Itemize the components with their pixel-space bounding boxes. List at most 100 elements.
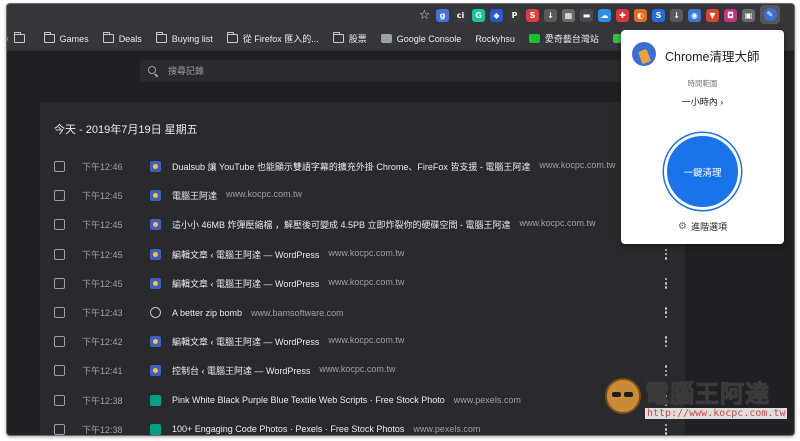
row-checkbox[interactable] [54, 307, 65, 319]
more-actions-icon[interactable] [664, 307, 668, 319]
history-row[interactable]: 下午12:38 Pink White Black Purple Blue Text… [40, 386, 685, 415]
bookmark-item[interactable]: 從 Firefox 匯入的... [226, 32, 319, 45]
pexels-favicon-icon [150, 423, 161, 435]
kocpc-favicon-icon [150, 277, 161, 289]
history-row[interactable]: 下午12:43 A better zip bomb www.bamsoftware.… [40, 298, 685, 327]
page-domain: www.kocpc.com.tw [328, 276, 405, 287]
gear-icon: ⚙ [678, 221, 687, 232]
chrome-cleaner-extension-icon[interactable]: ✎ [760, 5, 780, 24]
history-entry-link[interactable]: 100+ Engaging Code Photos · Pexels · Fre… [172, 424, 480, 434]
extension-icon-13[interactable]: S [652, 9, 665, 22]
history-row[interactable]: 下午12:45 編輯文章 ‹ 電腦王阿達 — WordPress www.kocpc… [40, 240, 685, 269]
history-entry-link[interactable]: 編輯文章 ‹ 電腦王阿達 — WordPress www.kocpc.com.tw [172, 277, 404, 290]
bookmark-star-icon[interactable]: ☆ [418, 8, 431, 23]
folder-icon [155, 32, 167, 43]
history-row[interactable]: 下午12:46 Dualsub 讓 YouTube 也能顯示雙語字幕的擴充外掛 C… [40, 152, 685, 181]
bookmark-item[interactable]: 愛奇藝台灣站 [528, 32, 599, 45]
extension-icon-18[interactable]: ▣ [742, 9, 755, 22]
more-actions-icon[interactable] [664, 248, 668, 260]
bookmark-label: Buying list [171, 33, 213, 44]
row-checkbox[interactable] [54, 394, 65, 406]
browser-toolbar: ☆ g ci G ◆ P S ↓ ▦ ▬ ☁ ✚ ◐ S ↓ ◉ ▼ ◘ ▣ ✎ [7, 4, 794, 27]
extension-icon-5[interactable]: P [508, 9, 521, 22]
history-entry-link[interactable]: A better zip bomb www.bamsoftware.com [172, 308, 344, 318]
folder-icon [43, 32, 55, 43]
search-icon [148, 66, 158, 76]
extension-icon-10[interactable]: ☁ [598, 9, 611, 22]
watermark-mascot-icon [605, 378, 641, 414]
extension-icon-7[interactable]: ↓ [544, 9, 557, 22]
page-title: 控制台 ‹ 電腦王阿達 — WordPress [172, 366, 311, 377]
broom-icon: ✎ [763, 8, 777, 21]
row-checkbox[interactable] [54, 277, 65, 289]
watermark: 電腦王阿達 http://www.kocpc.com.tw [605, 370, 794, 428]
row-checkbox[interactable] [54, 161, 65, 173]
history-entry-link[interactable]: Pink White Black Purple Blue Textile Web… [172, 395, 521, 405]
bookmark-label: Google Console [396, 33, 462, 44]
extension-icon-2[interactable]: ci [454, 9, 467, 22]
page-title: 編輯文章 ‹ 電腦王阿達 — WordPress [172, 249, 320, 260]
page-title: Dualsub 讓 YouTube 也能顯示雙語字幕的擴充外掛 Chrome、F… [172, 162, 531, 173]
extension-icon-9[interactable]: ▬ [580, 9, 593, 22]
extension-icon-8[interactable]: ▦ [562, 9, 575, 22]
row-checkbox[interactable] [54, 336, 65, 348]
history-row[interactable]: 下午12:45 編輯文章 ‹ 電腦王阿達 — WordPress www.kocpc… [40, 269, 685, 298]
search-bar[interactable] [140, 60, 660, 82]
page-title: Pink White Black Purple Blue Textile Web… [172, 395, 445, 406]
page-domain: www.kocpc.com.tw [328, 335, 405, 346]
chrome-cleaner-logo-icon [632, 42, 656, 66]
bookmark-item[interactable]: Buying list [155, 32, 213, 44]
bookmark-item[interactable]: Rockyhsu [475, 34, 515, 44]
bookmark-item[interactable]: Deals [102, 32, 142, 44]
bookmark-item[interactable]: ‹ [7, 32, 30, 43]
extension-icon-16[interactable]: ▼ [706, 9, 719, 22]
history-entry-link[interactable]: 控制台 ‹ 電腦王阿達 — WordPress www.kocpc.com.tw [172, 364, 395, 377]
more-actions-icon[interactable] [664, 277, 668, 289]
page-domain: www.kocpc.com.tw [539, 160, 616, 171]
row-checkbox[interactable] [54, 248, 65, 260]
bookmark-item[interactable]: 股票 [332, 32, 367, 45]
extension-icon-4[interactable]: ◆ [490, 9, 503, 22]
row-checkbox[interactable] [54, 423, 65, 435]
history-entry-link[interactable]: 電腦王阿達 www.kocpc.com.tw [172, 189, 302, 202]
time-range-label: 時間範圍 [687, 79, 718, 88]
extension-icon-6[interactable]: S [526, 9, 539, 22]
globe-favicon-icon [150, 307, 161, 319]
history-entry-link[interactable]: 這小小 46MB 炸彈壓縮檔 ，解壓後可變成 4.5PB 立即炸裂你的硬碟空間 … [172, 218, 596, 231]
visit-time: 下午12:42 [82, 337, 123, 348]
extension-icon-1[interactable]: g [436, 9, 449, 22]
search-input[interactable] [168, 66, 468, 76]
history-row[interactable]: 下午12:38 100+ Engaging Code Photos · Pexel… [40, 415, 685, 435]
time-range-select[interactable]: 一小時內 › [621, 95, 784, 108]
chevron-right-icon: › [720, 97, 724, 107]
more-actions-icon[interactable] [664, 336, 668, 348]
extension-icon-17[interactable]: ◘ [724, 9, 737, 22]
bookmark-label: Deals [118, 33, 142, 44]
chrome-cleaner-popup: Chrome清理大師 時間範圍 一小時內 › 一鍵清理 ⚙ 進階選項 [621, 30, 784, 244]
history-entry-link[interactable]: 編輯文章 ‹ 電腦王阿達 — WordPress www.kocpc.com.tw [172, 248, 404, 261]
row-checkbox[interactable] [54, 190, 65, 202]
advanced-options-link[interactable]: ⚙ 進階選項 [621, 220, 784, 233]
bookmark-item[interactable]: Games [43, 32, 89, 44]
history-row[interactable]: 下午12:45 電腦王阿達 www.kocpc.com.tw [40, 181, 685, 210]
history-row[interactable]: 下午12:45 這小小 46MB 炸彈壓縮檔 ，解壓後可變成 4.5PB 立即炸裂… [40, 210, 685, 239]
history-row[interactable]: 下午12:42 編輯文章 ‹ 電腦王阿達 — WordPress www.kocpc… [40, 327, 685, 356]
row-checkbox[interactable] [54, 365, 65, 377]
history-entry-link[interactable]: Dualsub 讓 YouTube 也能顯示雙語字幕的擴充外掛 Chrome、F… [172, 160, 615, 173]
history-entry-link[interactable]: 編輯文章 ‹ 電腦王阿達 — WordPress www.kocpc.com.tw [172, 335, 404, 348]
page-domain: www.kocpc.com.tw [519, 218, 596, 229]
row-checkbox[interactable] [54, 219, 65, 231]
one-click-clean-button[interactable]: 一鍵清理 [664, 133, 741, 210]
grammarly-icon[interactable]: G [472, 9, 485, 22]
visit-time: 下午12:46 [82, 162, 123, 173]
history-row[interactable]: 下午12:41 控制台 ‹ 電腦王阿達 — WordPress www.kocpc.… [40, 356, 685, 385]
extension-icon-11[interactable]: ✚ [616, 9, 629, 22]
extension-icon-15[interactable]: ◉ [688, 9, 701, 22]
visit-time: 下午12:41 [82, 366, 123, 377]
bookmark-label: 愛奇藝台灣站 [544, 34, 599, 44]
extension-icon-12[interactable]: ◐ [634, 9, 647, 22]
page-domain: www.pexels.com [413, 424, 481, 435]
bookmark-item[interactable]: Google Console [380, 33, 462, 44]
time-range-value: 一小時內 [681, 97, 718, 107]
extension-icon-14[interactable]: ↓ [670, 9, 683, 22]
